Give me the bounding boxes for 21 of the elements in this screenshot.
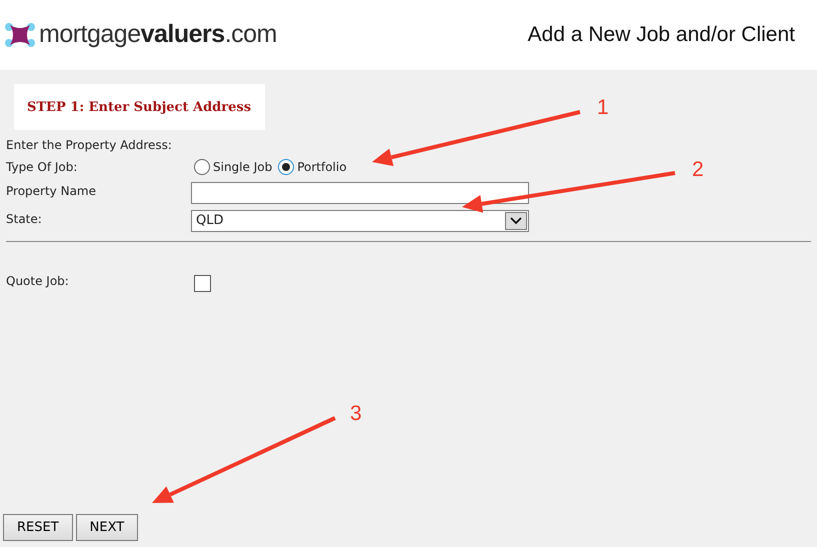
form-button[interactable]: NEXT	[76, 514, 138, 541]
field-label: Type Of Job:	[6, 158, 78, 176]
caret-icon	[505, 212, 527, 230]
radio-button[interactable]	[194, 158, 210, 174]
field-label: Property Name	[6, 182, 97, 200]
annotation-number: 2	[692, 157, 704, 183]
field-label: Quote Job:	[6, 272, 70, 290]
annotation-number: 1	[597, 95, 609, 121]
radio-label: Single Job	[213, 158, 272, 176]
radio-button[interactable]	[278, 158, 294, 174]
page-title: Add a New Job and/or Client	[528, 22, 795, 48]
field-label: State:	[6, 210, 43, 228]
form-intro: Enter the Property Address:	[6, 136, 173, 154]
checkbox[interactable]	[194, 274, 211, 292]
state-dropdown[interactable]: QLD	[191, 210, 529, 232]
step-tab[interactable]: STEP 1: Enter Subject Address	[14, 84, 266, 130]
text-field[interactable]	[191, 182, 529, 204]
radio-label: Portfolio	[297, 158, 347, 176]
form-button[interactable]: RESET	[3, 514, 73, 541]
annotation-number: 3	[350, 401, 362, 427]
logo-text: mortgagevaluers.com	[39, 19, 277, 50]
